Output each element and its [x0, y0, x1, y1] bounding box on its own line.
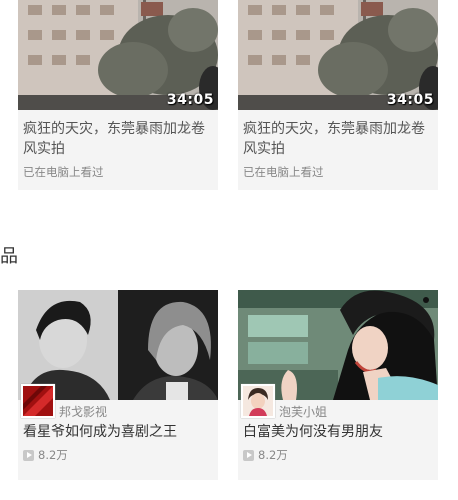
uploader-logo-icon: [23, 386, 53, 416]
work-title[interactable]: 白富美为何没有男朋友: [243, 421, 383, 441]
video-duration: 34:05: [386, 92, 434, 108]
uploader-name[interactable]: 邦戈影视: [59, 403, 107, 420]
section-heading: 品: [0, 246, 18, 267]
uploader-avatar[interactable]: [241, 384, 275, 418]
view-count-value: 8.2万: [38, 448, 68, 462]
uploader-avatar-icon: [243, 386, 273, 416]
play-count-icon: [243, 449, 254, 461]
video-title[interactable]: 疯狂的天灾，东莞暴雨加龙卷风实拍: [238, 110, 438, 159]
work-title[interactable]: 看星爷如何成为喜剧之王: [23, 421, 177, 441]
view-count: 8.2万: [243, 447, 288, 463]
uploader-avatar[interactable]: [21, 384, 55, 418]
view-count: 8.2万: [23, 447, 68, 463]
video-card[interactable]: 34:05 疯狂的天灾，东莞暴雨加龙卷风实拍 已在电脑上看过: [238, 0, 438, 190]
work-card[interactable]: 泡芙小姐 白富美为何没有男朋友 8.2万: [238, 290, 438, 480]
work-card[interactable]: 邦戈影视 看星爷如何成为喜剧之王 8.2万: [18, 290, 218, 480]
view-count-value: 8.2万: [258, 448, 288, 462]
video-title[interactable]: 疯狂的天灾，东莞暴雨加龙卷风实拍: [18, 110, 218, 159]
video-duration: 34:05: [166, 92, 214, 108]
watch-status: 已在电脑上看过: [23, 165, 104, 179]
video-card[interactable]: 34:05 疯狂的天灾，东莞暴雨加龙卷风实拍 已在电脑上看过: [18, 0, 218, 190]
video-thumbnail[interactable]: 34:05: [238, 0, 438, 110]
watch-status: 已在电脑上看过: [243, 165, 324, 179]
video-thumbnail[interactable]: 34:05: [18, 0, 218, 110]
play-count-icon: [23, 449, 34, 461]
uploader-name[interactable]: 泡芙小姐: [279, 403, 327, 420]
